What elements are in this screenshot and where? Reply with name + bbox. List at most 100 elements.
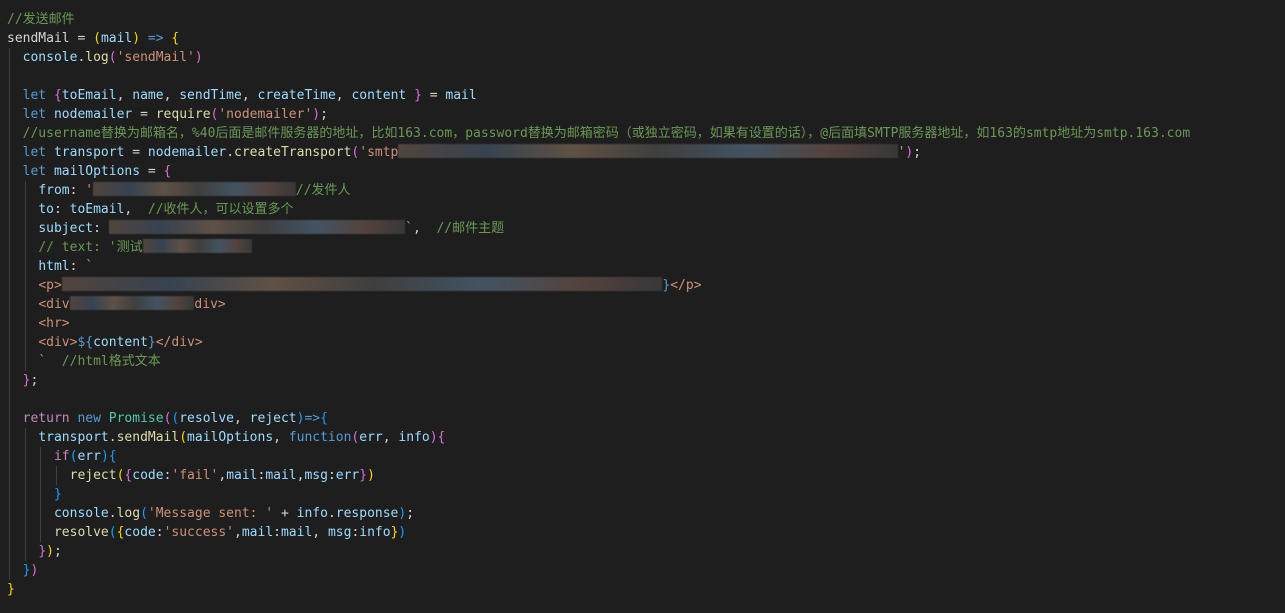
indent-guide <box>40 504 42 523</box>
code-line[interactable]: //username替换为邮箱名，%40后面是邮件服务器的地址，比如163.co… <box>0 124 1285 143</box>
code-token: code <box>124 525 156 540</box>
code-line[interactable]: html: ` <box>0 257 1285 276</box>
indent-guide <box>24 276 26 295</box>
code-line[interactable]: <p>}</p> <box>0 276 1285 295</box>
code-token: new <box>77 411 101 426</box>
code-line[interactable]: }) <box>0 561 1285 580</box>
code-line[interactable]: if(err){ <box>0 447 1285 466</box>
indent-guide <box>9 504 10 523</box>
code-token: toEmail <box>61 88 117 103</box>
code-line[interactable]: <hr> <box>0 314 1285 333</box>
code-line[interactable]: return new Promise((resolve, reject)=>{ <box>0 409 1285 428</box>
code-token: to <box>38 202 54 217</box>
indent-guide <box>9 48 10 67</box>
code-token: <div <box>38 297 70 312</box>
code-token: ) <box>194 50 203 65</box>
indent-guide <box>24 542 26 561</box>
code-line[interactable]: let mailOptions = { <box>0 162 1285 181</box>
code-token: ; <box>406 506 415 521</box>
code-line[interactable]: ` //html格式文本 <box>0 352 1285 371</box>
code-line[interactable] <box>0 390 1285 409</box>
code-line[interactable]: <div>${content}</div> <box>0 333 1285 352</box>
redacted-region <box>69 296 195 310</box>
indent-guide <box>9 257 10 276</box>
indent-guide <box>40 447 42 466</box>
code-line[interactable]: <div div> <box>0 295 1285 314</box>
indent-guide <box>9 105 10 124</box>
code-line[interactable]: let transport = nodemailer.createTranspo… <box>0 143 1285 162</box>
code-line[interactable]: } <box>0 485 1285 504</box>
code-token: let <box>22 145 47 160</box>
indent-guide <box>9 352 10 371</box>
indent-guide <box>9 466 10 485</box>
code-token: . <box>226 145 235 160</box>
code-token: : <box>53 202 70 217</box>
code-line[interactable]: console.log('sendMail') <box>0 48 1285 67</box>
code-line[interactable]: }; <box>0 371 1285 390</box>
code-line[interactable]: transport.sendMail(mailOptions, function… <box>0 428 1285 447</box>
indent-guide <box>24 447 26 466</box>
code-line[interactable] <box>0 67 1285 86</box>
code-token: 'smtp <box>359 145 399 160</box>
code-token: ) <box>100 449 109 464</box>
code-token: = <box>140 164 164 179</box>
code-line[interactable]: }); <box>0 542 1285 561</box>
code-line[interactable]: let nodemailer = require('nodemailer'); <box>0 105 1285 124</box>
indent-guide <box>24 219 26 238</box>
code-line[interactable]: // text: '测试 <box>0 238 1285 257</box>
code-line[interactable]: //发送邮件 <box>0 10 1285 29</box>
code-token: . <box>108 506 117 521</box>
code-token: , <box>382 430 399 445</box>
code-line[interactable]: subject: `, //邮件主题 <box>0 219 1285 238</box>
code-line[interactable]: to: toEmail, //收件人，可以设置多个 <box>0 200 1285 219</box>
code-token: log <box>85 50 109 65</box>
code-token: require <box>155 107 211 122</box>
code-line[interactable]: sendMail = (mail) => { <box>0 29 1285 48</box>
code-token: { <box>53 88 62 103</box>
code-token: , <box>234 411 250 426</box>
code-token: ( <box>179 430 188 445</box>
code-editor[interactable]: //发送邮件 sendMail = (mail) => { console.log… <box>0 0 1285 613</box>
code-token: } <box>7 582 15 597</box>
code-token: let <box>22 88 47 103</box>
indent-guide <box>24 295 26 314</box>
indent-guide <box>24 466 26 485</box>
code-line[interactable]: let {toEmail, name, sendTime, createTime… <box>0 86 1285 105</box>
indent-guide <box>9 561 10 580</box>
code-token: ( <box>140 506 148 521</box>
code-token: sendTime <box>179 88 242 103</box>
indent-guide <box>24 257 26 276</box>
code-token: err <box>359 430 383 445</box>
code-token: , <box>163 88 180 103</box>
indent-guide <box>9 485 10 504</box>
code-token: //html格式文本 <box>61 354 161 369</box>
indent-guide <box>9 371 10 390</box>
code-token: mail <box>445 88 477 103</box>
indent-guide <box>9 295 10 314</box>
code-token: msg <box>327 525 352 540</box>
code-token: ) <box>312 107 321 122</box>
code-token: ; <box>30 373 39 388</box>
code-token: , <box>412 221 437 236</box>
code-token: 'Message sent: ' <box>147 506 274 521</box>
code-token: transport <box>38 430 109 445</box>
code-line[interactable]: reject({code:'fail',mail:mail,msg:err}) <box>0 466 1285 485</box>
code-token: . <box>108 430 117 445</box>
code-token: ` <box>405 221 413 236</box>
code-line[interactable]: resolve({code:'success',mail:mail, msg:i… <box>0 523 1285 542</box>
code-token: //发送邮件 <box>7 12 75 27</box>
code-token: => <box>147 31 164 46</box>
code-token: { <box>171 31 180 46</box>
indent-guide <box>9 143 10 162</box>
code-line[interactable]: } <box>0 580 1285 599</box>
code-line[interactable]: from: ' //发件人 <box>0 181 1285 200</box>
code-token: return <box>22 411 70 426</box>
code-token: , <box>335 88 352 103</box>
code-line[interactable]: console.log('Message sent: ' + info.resp… <box>0 504 1285 523</box>
code-token: err <box>335 468 360 483</box>
code-token: nodemailer <box>147 145 227 160</box>
